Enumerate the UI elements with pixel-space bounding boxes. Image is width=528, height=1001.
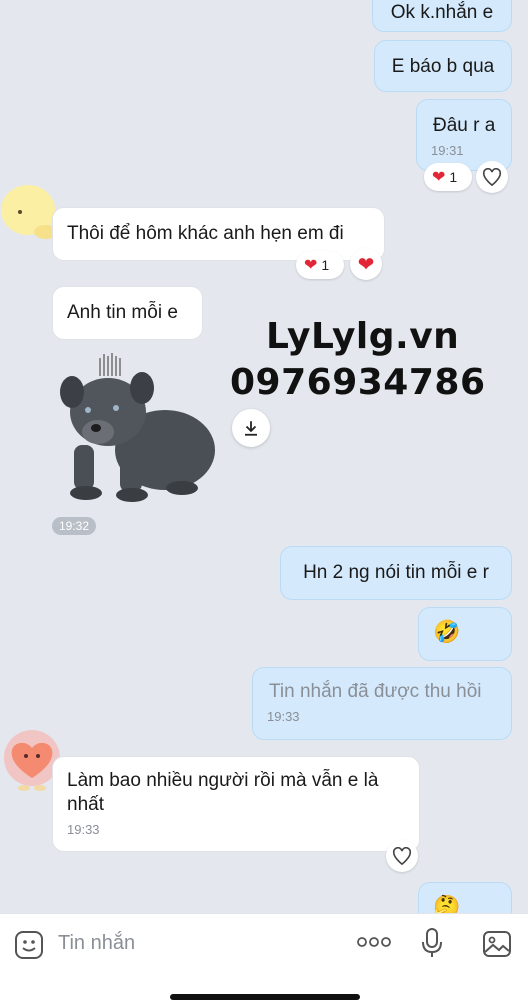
message-text: Thôi để hôm khác anh hẹn em đi [67,223,344,244]
download-button[interactable] [232,409,270,447]
watermark-phone: 0976934786 [230,362,486,403]
puppy-sticker-icon [60,353,215,502]
react-button[interactable] [476,161,508,193]
message-bubble-outgoing[interactable]: Đâu r a 19:31 [416,99,512,171]
message-bubble-incoming[interactable]: Làm bao nhiều người rồi mà vẫn e là nhất… [52,756,420,852]
react-button[interactable] [386,840,418,872]
heart-outline-icon [482,168,502,186]
reaction-count: 1 [449,169,458,185]
reaction-count: 1 [321,257,330,273]
message-time: 19:31 [431,143,464,158]
heart-icon: ❤ [357,253,375,276]
message-bubble-outgoing[interactable]: E báo b qua [374,40,512,92]
message-bubble-outgoing[interactable]: 🤣 [418,607,512,661]
message-text: Hn 2 ng nói tin mỗi e r [303,562,489,583]
watermark-site: LyLylg.vn [266,316,460,357]
recalled-message-text: Tin nhắn đã được thu hồi [269,681,482,702]
heart-icon: ❤ [304,257,318,274]
message-time: 19:33 [267,709,300,724]
reaction-count-pill[interactable]: ❤ 1 [424,163,472,191]
image-gallery-icon[interactable] [482,930,512,963]
home-indicator [170,994,360,1000]
sticker-time-badge: 19:32 [52,517,97,535]
dog-sticker[interactable] [50,350,220,510]
download-icon [245,421,257,436]
sticker-face-icon[interactable] [14,930,44,965]
message-bubble-outgoing[interactable]: Hn 2 ng nói tin mỗi e r [280,546,512,600]
more-options-icon[interactable] [356,934,392,955]
message-bubble-incoming[interactable]: Anh tin mỗi e [52,286,203,340]
microphone-icon[interactable] [422,928,442,963]
message-text: Làm bao nhiều người rồi mà vẫn e là nhất [67,770,379,815]
message-input-bar: Tin nhắn [0,913,528,1001]
message-bubble-outgoing[interactable]: Ok k.nhắn e [372,0,512,32]
message-text: E báo b qua [391,56,495,77]
recalled-message-bubble[interactable]: Tin nhắn đã được thu hồi 19:33 [252,667,512,740]
message-time: 19:33 [67,822,100,837]
heart-icon: ❤ [432,169,446,186]
reaction-count-pill[interactable]: ❤ 1 [296,251,344,279]
laughing-emoji: 🤣 [433,619,461,644]
react-button[interactable]: ❤ [350,248,382,280]
heart-outline-icon [392,847,412,865]
message-text: Anh tin mỗi e [67,302,178,323]
message-input[interactable]: Tin nhắn [58,932,135,955]
message-text: Ok k.nhắn e [390,2,494,23]
message-text: Đâu r a [433,115,496,136]
